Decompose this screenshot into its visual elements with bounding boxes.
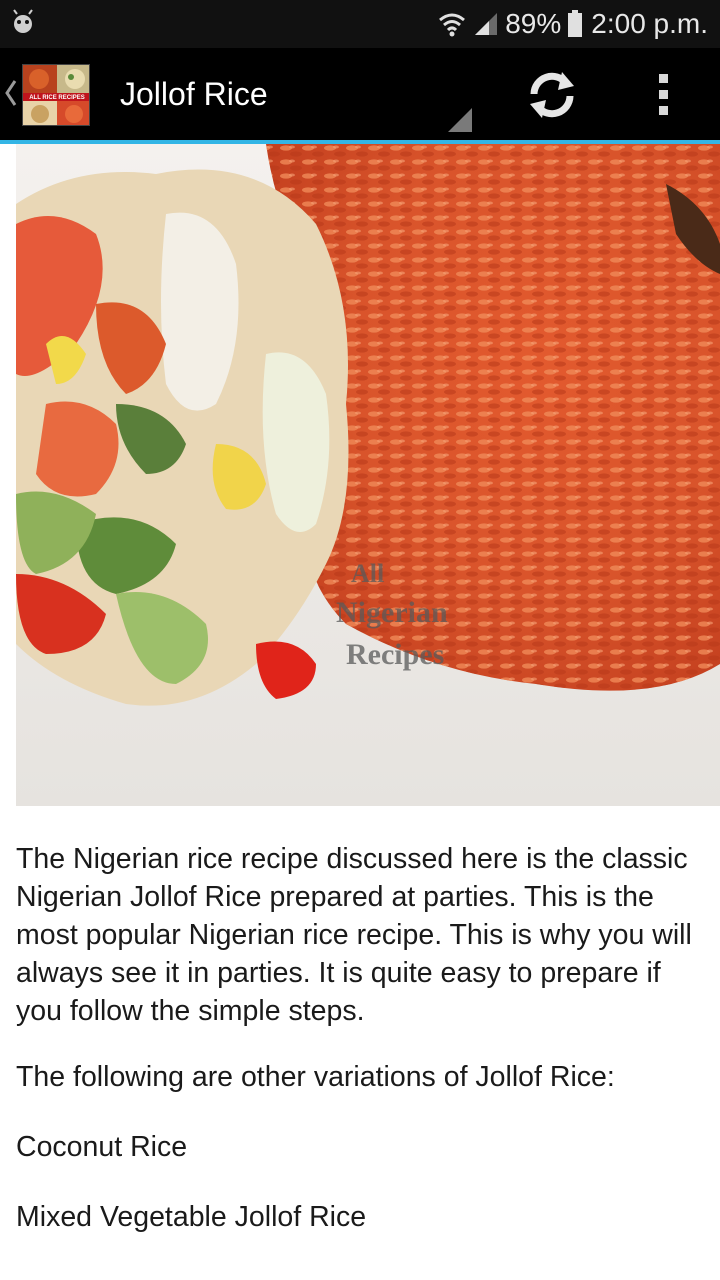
up-caret-icon[interactable] <box>4 78 18 108</box>
page-title: Jollof Rice <box>120 76 268 112</box>
recipe-image: All Nigerian Recipes <box>16 144 720 806</box>
action-bar: ALL RICE RECIPES Jollof Rice <box>0 48 720 140</box>
wifi-icon <box>439 13 466 37</box>
overflow-menu-icon[interactable] <box>644 70 682 120</box>
svg-text:Recipes: Recipes <box>346 638 444 671</box>
signal-icon <box>475 13 498 35</box>
battery-icon <box>568 10 583 37</box>
svg-text:Nigerian: Nigerian <box>336 596 448 629</box>
variations-heading: The following are other variations of Jo… <box>16 1061 615 1093</box>
refresh-icon[interactable] <box>522 68 582 122</box>
android-debug-icon <box>13 9 33 33</box>
recipe-content: The Nigerian rice recipe discussed here … <box>16 812 706 1236</box>
svg-text:All: All <box>351 559 384 588</box>
variation-item: Mixed Vegetable Jollof Rice <box>16 1201 367 1233</box>
app-logo[interactable]: ALL RICE RECIPES <box>22 64 90 126</box>
spinner-indicator-icon[interactable] <box>448 108 472 132</box>
clock: 2:00 p.m. <box>591 8 708 39</box>
logo-text: ALL RICE RECIPES <box>29 95 85 101</box>
status-bar: 89% 2:00 p.m. <box>0 0 720 48</box>
battery-percentage: 89% <box>505 8 562 39</box>
variation-item: Coconut Rice <box>16 1131 188 1163</box>
intro-paragraph: The Nigerian rice recipe discussed here … <box>16 843 692 1027</box>
